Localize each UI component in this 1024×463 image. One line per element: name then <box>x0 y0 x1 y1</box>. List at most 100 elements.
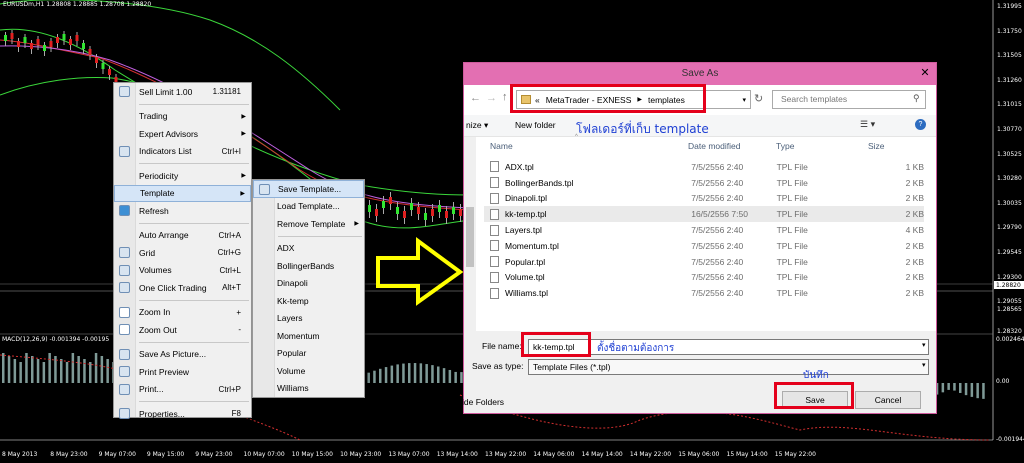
file-icon <box>490 287 499 299</box>
menu-item-label: Refresh <box>139 205 169 216</box>
file-row[interactable]: Momentum.tpl 7/5/2556 2:40 TPL File 2 KB <box>484 238 924 254</box>
template-menu-item-dinapoli[interactable]: Dinapoli <box>253 275 364 293</box>
file-date: 7/5/2556 2:40 <box>691 272 744 283</box>
column-date[interactable]: Date modified <box>688 141 740 151</box>
context-menu-item-zoom-out[interactable]: Zoom Out - <box>114 321 251 339</box>
context-menu-item-print-preview[interactable]: Print Preview <box>114 363 251 381</box>
context-menu-item-sell-limit-1-00[interactable]: Sell Limit 1.00 1.31181 <box>114 83 251 101</box>
time-label: 15 May 22:00 <box>774 451 816 458</box>
menu-item-label: Indicators List <box>139 146 192 157</box>
template-menu-item-williams[interactable]: Williams <box>253 380 364 398</box>
context-menu-item-indicators-list[interactable]: Indicators List Ctrl+I <box>114 143 251 161</box>
template-menu-item-layers[interactable]: Layers <box>253 310 364 328</box>
menu-item-label: Load Template... <box>277 201 340 212</box>
menu-item-shortcut: 1.31181 <box>212 87 241 97</box>
context-menu-item-volumes[interactable]: Volumes Ctrl+L <box>114 262 251 280</box>
template-menu-item-remove-template[interactable]: Remove Template ▶ <box>253 215 364 233</box>
time-label: 9 May 15:00 <box>146 451 185 458</box>
file-size: 2 KB <box>905 288 924 299</box>
time-label: 14 May 14:00 <box>581 451 623 458</box>
price-label: 1.28320 <box>997 328 1022 335</box>
new-folder-button[interactable]: New folder <box>515 120 556 130</box>
context-menu-item-trading[interactable]: Trading ▶ <box>114 108 251 126</box>
file-name: BollingerBands.tpl <box>505 177 574 188</box>
context-menu-item-template[interactable]: Template ▶ <box>114 184 251 202</box>
forward-arrow-icon[interactable]: → <box>486 92 497 104</box>
help-icon[interactable]: ? <box>915 119 926 130</box>
file-row[interactable]: Dinapoli.tpl 7/5/2556 2:40 TPL File 2 KB <box>484 191 924 207</box>
search-input[interactable]: Search templates <box>772 90 926 109</box>
chart-context-menu: Sell Limit 1.00 1.31181 Trading ▶ Expert Adv… <box>113 82 252 419</box>
time-label: 13 May 07:00 <box>388 451 430 458</box>
price-label: 1.30770 <box>997 126 1022 133</box>
menu-item-shortcut: Ctrl+I <box>221 146 241 156</box>
column-name[interactable]: Name <box>490 141 513 151</box>
file-type: TPL File <box>776 288 808 299</box>
close-icon[interactable]: ✕ <box>916 65 934 81</box>
nav-pane-scrollbar[interactable] <box>464 137 476 331</box>
up-arrow-icon[interactable]: ↑ <box>502 91 508 103</box>
file-date: 16/5/2556 7:50 <box>691 209 748 220</box>
menu-separator <box>139 401 249 402</box>
context-menu-item-auto-arrange[interactable]: Auto Arrange Ctrl+A <box>114 227 251 245</box>
file-row[interactable]: Williams.tpl 7/5/2556 2:40 TPL File 2 KB <box>484 285 924 301</box>
menu-item-label: Zoom In <box>139 307 171 318</box>
save-type-select[interactable]: Template Files (*.tpl) <box>528 359 929 375</box>
context-menu-item-grid[interactable]: Grid Ctrl+G <box>114 244 251 262</box>
context-menu-item-one-click-trading[interactable]: One Click Trading Alt+T <box>114 279 251 297</box>
file-name: Dinapoli.tpl <box>505 193 548 204</box>
file-name-dropdown-icon[interactable]: ▾ <box>922 341 926 349</box>
template-menu-item-adx[interactable]: ADX <box>253 240 364 258</box>
column-size[interactable]: Size <box>868 141 885 151</box>
file-name: Momentum.tpl <box>505 240 559 251</box>
file-row[interactable]: ADX.tpl 7/5/2556 2:40 TPL File 1 KB <box>484 159 924 175</box>
file-type: TPL File <box>776 256 808 267</box>
menu-separator <box>139 341 249 343</box>
column-type[interactable]: Type <box>776 141 794 151</box>
sell-limit-icon <box>119 86 130 97</box>
address-dropdown-icon[interactable]: ▾ <box>742 96 746 104</box>
template-menu-item-momentum[interactable]: Momentum <box>253 327 364 345</box>
organize-button[interactable]: nize ▾ <box>466 120 488 131</box>
template-menu-item-save-template[interactable]: Save Template... <box>253 180 364 198</box>
file-row[interactable]: Volume.tpl 7/5/2556 2:40 TPL File 2 KB <box>484 270 924 286</box>
context-menu-item-print[interactable]: Print... Ctrl+P <box>114 381 251 399</box>
template-menu-item-popular[interactable]: Popular <box>253 345 364 363</box>
dialog-title-bar: Save As ✕ <box>464 63 936 85</box>
back-arrow-icon[interactable]: ← <box>470 92 481 104</box>
context-menu-item-zoom-in[interactable]: Zoom In + <box>114 304 251 322</box>
file-row[interactable]: kk-temp.tpl 16/5/2556 7:50 TPL File 2 KB <box>484 206 924 223</box>
context-menu-item-save-as-picture[interactable]: Save As Picture... <box>114 346 251 364</box>
annotation-box-save <box>774 382 854 409</box>
hide-folders-toggle[interactable]: ide Folders <box>462 397 504 407</box>
annotation-name-note: ตั้งชื่อตามต้องการ <box>597 343 675 354</box>
refresh-icon[interactable]: ↻ <box>754 92 763 105</box>
context-menu-item-expert-advisors[interactable]: Expert Advisors ▶ <box>114 125 251 143</box>
file-row[interactable]: BollingerBands.tpl 7/5/2556 2:40 TPL File 2… <box>484 175 924 191</box>
print-preview-icon <box>119 366 130 377</box>
file-icon <box>490 271 499 283</box>
file-type: TPL File <box>776 161 808 172</box>
view-options-icon[interactable]: ☰ ▾ <box>860 119 875 130</box>
time-label: 13 May 22:00 <box>485 451 527 458</box>
template-menu-item-volume[interactable]: Volume <box>253 362 364 380</box>
cancel-button[interactable]: Cancel <box>855 391 921 409</box>
template-menu-item-load-template[interactable]: Load Template... <box>253 198 364 216</box>
menu-item-shortcut: Ctrl+P <box>218 384 241 394</box>
context-menu-item-properties[interactable]: Properties... F8 <box>114 405 251 423</box>
file-date: 7/5/2556 2:40 <box>691 256 744 267</box>
template-menu-item-kk-temp[interactable]: Kk-temp <box>253 292 364 310</box>
context-menu-item-refresh[interactable]: Refresh <box>114 202 251 220</box>
file-type: TPL File <box>776 209 808 220</box>
search-icon: ⚲ <box>913 93 920 103</box>
context-menu-item-periodicity[interactable]: Periodicity ▶ <box>114 167 251 185</box>
file-row[interactable]: Popular.tpl 7/5/2556 2:40 TPL File 2 KB <box>484 254 924 270</box>
file-name: Popular.tpl <box>505 256 546 267</box>
save-type-dropdown-icon[interactable]: ▾ <box>922 361 926 369</box>
menu-separator <box>139 222 249 224</box>
file-type: TPL File <box>776 225 808 236</box>
file-row[interactable]: Layers.tpl 7/5/2556 2:40 TPL File 4 KB <box>484 222 924 238</box>
menu-item-label: Trading <box>139 111 168 122</box>
template-menu-item-bollingerbands[interactable]: BollingerBands <box>253 257 364 275</box>
menu-item-label: Layers <box>277 313 303 324</box>
